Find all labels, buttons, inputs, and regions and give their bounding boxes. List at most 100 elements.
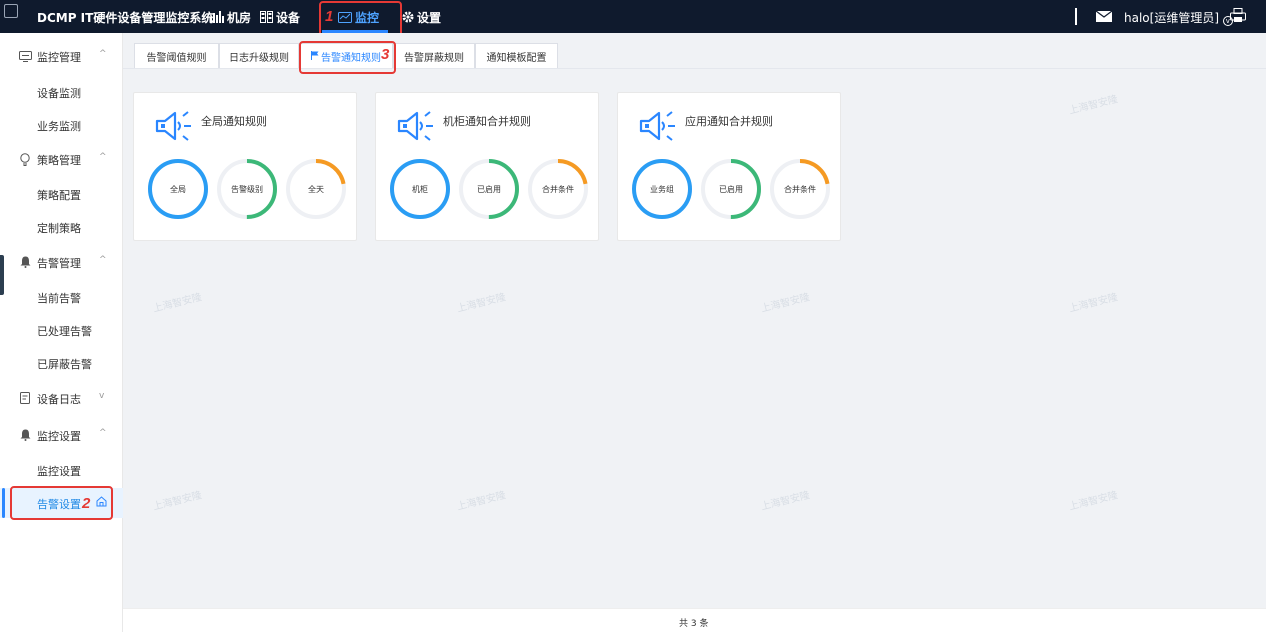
tab-label: 告警通知规则 bbox=[321, 53, 381, 64]
bar-chart-icon bbox=[210, 11, 224, 23]
sidebar-item-gaojing-shezhi[interactable]: 告警设置 bbox=[0, 488, 123, 518]
sidebar-group-label: 策略管理 bbox=[37, 154, 81, 167]
ring-label: 全天 bbox=[308, 185, 324, 194]
app-title: DCMP IT硬件设备管理监控系统 bbox=[37, 11, 214, 25]
sidebar-group-jiankong-guanli[interactable]: 监控管理 ^ bbox=[0, 41, 123, 71]
ring-gauge: 告警级别 bbox=[217, 159, 277, 222]
sidebar-item-label: 监控设置 bbox=[37, 465, 81, 478]
speaker-icon bbox=[397, 110, 435, 145]
sidebar-item-label: 策略配置 bbox=[37, 189, 81, 202]
tab-label: 通知模板配置 bbox=[486, 53, 547, 64]
monitor-icon bbox=[18, 49, 32, 63]
tab-label: 告警阈值规则 bbox=[146, 53, 207, 64]
ring-gauge: 全局 bbox=[148, 159, 208, 222]
rule-card-application[interactable]: 应用通知合并规则 业务组 已启用 合并条件 bbox=[617, 92, 841, 241]
sidebar-handle[interactable] bbox=[0, 255, 4, 295]
nav-shezhi[interactable]: 设置 bbox=[402, 8, 441, 26]
speaker-icon bbox=[155, 110, 193, 145]
chevron-up-icon: ^ bbox=[99, 428, 107, 438]
sidebar-item-dangqian-gaojing[interactable]: 当前告警 bbox=[0, 284, 123, 310]
active-indicator bbox=[2, 488, 5, 518]
tab-tongzhi-moban[interactable]: 通知模板配置 bbox=[475, 43, 558, 69]
annotation-number-1: 1 bbox=[325, 8, 334, 25]
chevron-up-icon: ^ bbox=[99, 49, 107, 59]
ring-label: 机柜 bbox=[412, 185, 428, 194]
sidebar-item-label: 告警设置 bbox=[37, 498, 81, 511]
grid-icon bbox=[260, 11, 273, 23]
watermark: 上海智安隆 bbox=[759, 490, 812, 513]
nav-jifang[interactable]: 机房 bbox=[210, 8, 251, 26]
sidebar-group-shebei-rizhi[interactable]: 设备日志 v bbox=[0, 383, 123, 413]
sidebar: 监控管理 ^ 设备监测 业务监测 策略管理 ^ 策略配置 定制策略 告警管理 ^… bbox=[0, 33, 123, 632]
sidebar-group-celue-guanli[interactable]: 策略管理 ^ bbox=[0, 144, 123, 174]
sidebar-item-celue-peizhi[interactable]: 策略配置 bbox=[0, 181, 123, 207]
ring-gauge: 合并条件 bbox=[528, 159, 588, 222]
watermark: 上海智安隆 bbox=[1067, 292, 1120, 315]
top-bar: DCMP IT硬件设备管理监控系统 机房 设备 监控 设置 halo[运维管理员… bbox=[0, 0, 1266, 33]
sidebar-item-label: 定制策略 bbox=[37, 222, 81, 235]
ring-gauge: 合并条件 bbox=[770, 159, 830, 222]
watermark: 上海智安隆 bbox=[759, 292, 812, 315]
sidebar-group-gaojing-guanli[interactable]: 告警管理 ^ bbox=[0, 247, 123, 277]
mail-icon[interactable] bbox=[1095, 10, 1113, 25]
annotation-number-3: 3 bbox=[381, 46, 390, 63]
printer-icon[interactable] bbox=[1230, 8, 1246, 26]
tab-gaojing-tongzhi[interactable]: 告警通知规则 bbox=[299, 43, 393, 69]
sidebar-group-label: 告警管理 bbox=[37, 257, 81, 270]
sidebar-item-label: 已处理告警 bbox=[37, 325, 92, 338]
sidebar-group-label: 监控管理 bbox=[37, 51, 81, 64]
tab-label: 日志升级规则 bbox=[229, 53, 289, 64]
rule-tabs: 告警阈值规则 日志升级规则 告警通知规则 告警屏蔽规则 通知模板配置 bbox=[123, 33, 1266, 70]
sidebar-item-jiankong-shezhi[interactable]: 监控设置 bbox=[0, 457, 123, 483]
lightbulb-icon bbox=[18, 152, 32, 166]
tab-gaojing-pingbi[interactable]: 告警屏蔽规则 bbox=[393, 43, 475, 69]
chevron-up-icon: ^ bbox=[99, 152, 107, 162]
ring-label: 业务组 bbox=[650, 185, 674, 194]
sidebar-item-yewu-jiance[interactable]: 业务监测 bbox=[0, 112, 123, 138]
rule-card-cabinet[interactable]: 机柜通知合并规则 机柜 已启用 合并条件 bbox=[375, 92, 599, 241]
sidebar-item-dingzhi-celue[interactable]: 定制策略 bbox=[0, 214, 123, 240]
chevron-up-icon: ^ bbox=[99, 255, 107, 265]
tab-gaojing-yuzhi[interactable]: 告警阈值规则 bbox=[134, 43, 219, 69]
monitor-icon bbox=[338, 11, 352, 23]
sidebar-group-jiankong-shezhi[interactable]: 监控设置 ^ bbox=[0, 420, 123, 450]
ring-label: 合并条件 bbox=[784, 185, 816, 194]
watermark: 上海智安隆 bbox=[455, 490, 508, 513]
app-logo bbox=[4, 4, 18, 18]
watermark: 上海智安隆 bbox=[1067, 94, 1120, 117]
sidebar-item-label: 业务监测 bbox=[37, 120, 81, 133]
document-icon bbox=[18, 391, 32, 405]
ring-gauge: 机柜 bbox=[390, 159, 450, 222]
user-menu[interactable]: halo[运维管理员] v bbox=[1124, 9, 1233, 26]
watermark: 上海智安隆 bbox=[1067, 490, 1120, 513]
ring-label: 告警级别 bbox=[231, 185, 263, 194]
rule-card-global[interactable]: 全局通知规则 全局 告警级别 全天 bbox=[133, 92, 357, 241]
chevron-down-icon: v bbox=[99, 391, 105, 401]
nav-shebei[interactable]: 设备 bbox=[260, 8, 300, 26]
tab-label: 告警屏蔽规则 bbox=[404, 53, 464, 64]
bell-icon bbox=[18, 255, 32, 269]
ring-label: 已启用 bbox=[477, 185, 501, 194]
card-title: 全局通知规则 bbox=[201, 115, 267, 128]
ring-gauge: 业务组 bbox=[632, 159, 692, 222]
watermark: 上海智安隆 bbox=[151, 292, 204, 315]
tab-divider bbox=[123, 68, 1266, 69]
bell-icon bbox=[18, 428, 32, 442]
nav-jiankong[interactable]: 监控 bbox=[338, 8, 379, 26]
sidebar-item-label: 设备监测 bbox=[37, 87, 81, 100]
sidebar-group-label: 监控设置 bbox=[37, 430, 81, 443]
sidebar-item-shebei-jiance[interactable]: 设备监测 bbox=[0, 79, 123, 105]
user-name: halo[运维管理员] bbox=[1124, 11, 1219, 25]
tab-rizhi-shengji[interactable]: 日志升级规则 bbox=[219, 43, 299, 69]
watermark: 上海智安隆 bbox=[151, 490, 204, 513]
flag-icon bbox=[311, 50, 319, 63]
nav-jifang-label: 机房 bbox=[227, 10, 252, 25]
sidebar-group-label: 设备日志 bbox=[37, 393, 81, 406]
sidebar-item-yipingbi-gaojing[interactable]: 已屏蔽告警 bbox=[0, 350, 123, 376]
home-icon[interactable] bbox=[96, 496, 107, 510]
nav-shezhi-label: 设置 bbox=[417, 10, 442, 25]
ring-gauge: 全天 bbox=[286, 159, 346, 222]
sidebar-item-yichuli-gaojing[interactable]: 已处理告警 bbox=[0, 317, 123, 343]
card-title: 应用通知合并规则 bbox=[685, 115, 773, 128]
ring-gauge: 已启用 bbox=[701, 159, 761, 222]
